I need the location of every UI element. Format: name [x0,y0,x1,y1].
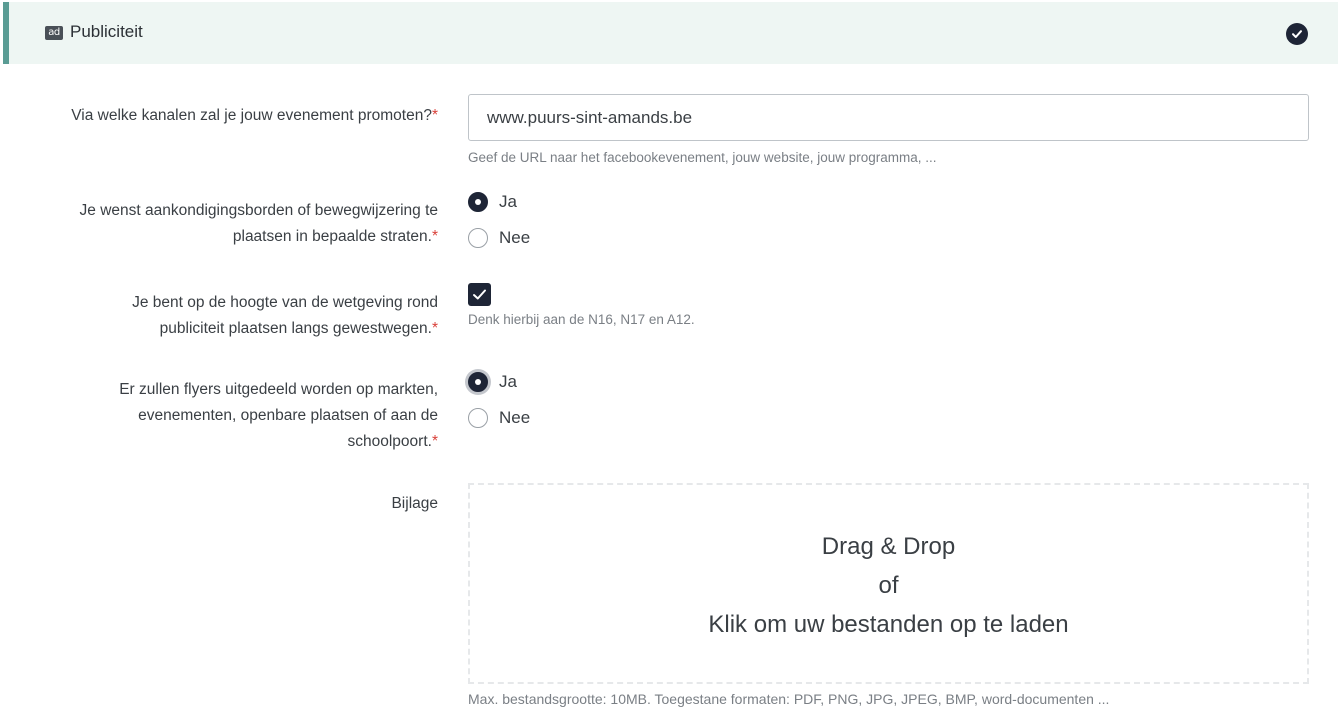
dropzone-text-line3: Klik om uw bestanden op te laden [708,611,1069,638]
signs-label: Je wenst aankondigingsborden of bewegwij… [79,202,438,245]
flyers-label: Er zullen flyers uitgedeeld worden op ma… [119,381,438,450]
channels-label: Via welke kanalen zal je jouw evenement … [71,107,438,124]
radio-label: Nee [499,408,531,427]
radio-label: Ja [499,372,517,391]
attachment-label: Bijlage [391,495,438,512]
dropzone-text-line2: of [878,572,899,599]
legislation-hint: Denk hierbij aan de N16, N17 en A12. [468,312,695,327]
check-circle-icon [1286,23,1308,45]
radio-button[interactable] [468,228,488,248]
radio-button[interactable] [468,372,488,392]
section-title: Publiciteit [70,22,143,41]
required-marker: * [431,433,438,450]
radio-label: Nee [499,228,531,247]
legislation-checkbox[interactable] [468,283,491,306]
signs-option-nee[interactable]: Nee [468,226,530,250]
signs-option-ja[interactable]: Ja [468,190,517,214]
radio-button[interactable] [468,408,488,428]
flyers-option-nee[interactable]: Nee [468,406,530,430]
required-marker: * [431,320,438,337]
channels-input[interactable] [468,94,1309,141]
attachment-hint: Max. bestandsgrootte: 10MB. Toegestane f… [468,691,1110,707]
channels-hint: Geef de URL naar het facebookevenement, … [468,150,937,165]
required-marker: * [431,107,438,124]
dropzone-text-line1: Drag & Drop [821,533,956,560]
flyers-option-ja[interactable]: Ja [468,370,517,394]
radio-button[interactable] [468,192,488,212]
section-header-publiciteit[interactable]: ad Publiciteit [3,2,1338,64]
legislation-label: Je bent op de hoogte van de wetgeving ro… [132,294,438,337]
required-marker: * [431,228,438,245]
file-dropzone[interactable]: Drag & Drop of Klik om uw bestanden op t… [468,483,1309,684]
ad-icon: ad [45,26,63,40]
radio-label: Ja [499,192,517,211]
